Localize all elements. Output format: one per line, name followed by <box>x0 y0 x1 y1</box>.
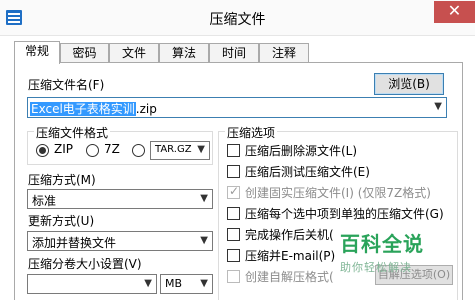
chevron-down-icon[interactable]: ▼ <box>197 144 205 155</box>
update-label: 更新方式(U) <box>28 214 95 228</box>
title-bar: 压缩文件 ✕ <box>0 0 475 36</box>
format-combo-value: TAR.GZ <box>155 144 192 155</box>
split-label: 压缩分卷大小设置(V) <box>28 257 142 271</box>
radio-zip[interactable] <box>36 144 49 157</box>
split-size-input[interactable]: ▼ <box>27 274 157 294</box>
test-archive-label: 压缩后测试压缩文件(E) <box>245 165 370 179</box>
delete-source-checkbox[interactable] <box>227 144 240 157</box>
split-unit-select[interactable]: MB ▼ <box>160 274 213 294</box>
sfx-label: 创建自解压格式( <box>245 270 334 284</box>
radio-7z[interactable] <box>86 144 99 157</box>
shutdown-label: 完成操作后关机( <box>245 228 334 242</box>
radio-7z-label: 7Z <box>104 142 120 156</box>
window-title: 压缩文件 <box>209 12 266 28</box>
watermark-main: 百科全说 <box>340 232 424 256</box>
options-group-title: 压缩选项 <box>225 124 278 141</box>
method-select[interactable]: 标准 ▼ <box>27 189 213 209</box>
method-value: 标准 <box>32 194 57 208</box>
delete-source-label: 压缩后删除源文件(L) <box>245 144 358 158</box>
tab-files[interactable]: 文件 <box>109 43 159 63</box>
browse-button[interactable]: 浏览(B) <box>374 73 444 95</box>
tab-password[interactable]: 密码 <box>60 43 109 63</box>
sfx-checkbox[interactable] <box>227 270 240 283</box>
format-group: 压缩文件格式 ZIP 7Z TAR.GZ ▼ <box>27 124 213 165</box>
format-combo[interactable]: TAR.GZ ▼ <box>150 141 210 160</box>
separate-archives-label: 压缩每个选中项到单独的压缩文件(G) <box>245 207 444 221</box>
radio-zip-label: ZIP <box>54 142 73 156</box>
chevron-down-icon[interactable]: ▼ <box>434 101 442 112</box>
solid-archive-checkbox[interactable] <box>227 184 240 199</box>
update-value: 添加并替换文件 <box>32 236 117 250</box>
tab-time[interactable]: 时间 <box>209 43 259 63</box>
chevron-down-icon[interactable]: ▼ <box>200 193 208 204</box>
test-archive-checkbox[interactable] <box>227 165 240 178</box>
archive-name-input[interactable]: Excel电子表格实训.zip ▼ <box>27 97 447 118</box>
separate-archives-checkbox[interactable] <box>227 207 240 220</box>
chevron-down-icon[interactable]: ▼ <box>200 235 208 246</box>
solid-archive-label: 创建固实压缩文件(I) (仅限7Z格式) <box>245 186 431 200</box>
split-unit-value: MB <box>165 277 183 290</box>
tab-comment[interactable]: 注释 <box>259 43 309 63</box>
shutdown-checkbox[interactable] <box>227 228 240 241</box>
watermark: 百科全说 助你轻松解决 <box>340 228 440 275</box>
format-group-title: 压缩文件格式 <box>34 124 111 141</box>
tab-general[interactable]: 常规 <box>14 41 60 64</box>
watermark-sub: 助你轻松解决 <box>340 261 412 274</box>
archive-name-label: 压缩文件名(F) <box>28 78 105 92</box>
chevron-down-icon[interactable]: ▼ <box>200 278 208 289</box>
archive-name-selected: Excel电子表格实训 <box>30 102 136 116</box>
archive-name-extension: .zip <box>135 102 157 116</box>
close-button[interactable]: ✕ <box>434 1 475 23</box>
method-label: 压缩方式(M) <box>28 173 96 187</box>
radio-other[interactable] <box>132 144 145 157</box>
chevron-down-icon[interactable]: ▼ <box>144 278 152 289</box>
tab-algorithm[interactable]: 算法 <box>159 43 209 63</box>
update-select[interactable]: 添加并替换文件 ▼ <box>27 231 213 251</box>
email-checkbox[interactable] <box>227 249 240 262</box>
email-label: 压缩并E-mail(P) <box>245 249 336 263</box>
